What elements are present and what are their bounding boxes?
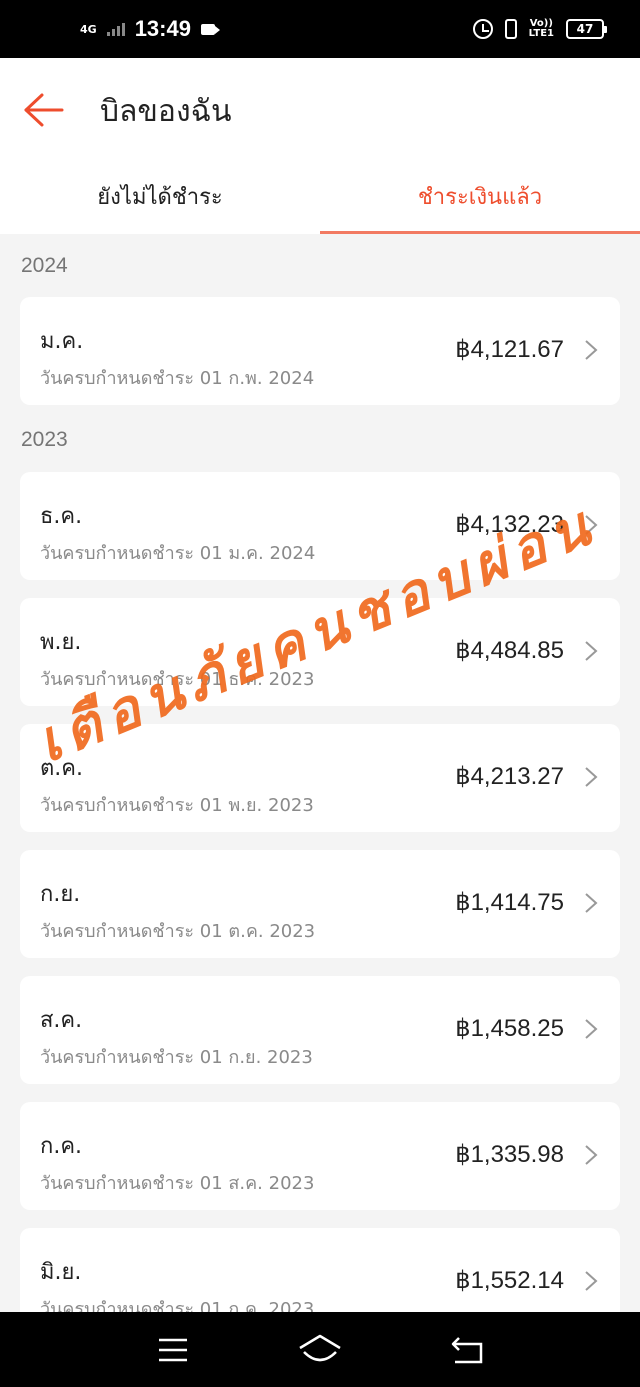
status-bar-right: Vo)) LTE1 47 — [472, 19, 607, 39]
chevron-right-icon — [585, 340, 598, 360]
bill-due-date: วันครบกำหนดชำระ 01 ก.ย. 2023 — [40, 1047, 313, 1068]
bill-due-date: วันครบกำหนดชำระ 01 ก.ค. 2023 — [40, 1299, 315, 1312]
signal-icon — [106, 22, 125, 36]
home-icon[interactable] — [290, 1330, 350, 1370]
bill-month: ก.ย. — [40, 882, 81, 907]
bill-month: ม.ค. — [40, 329, 84, 354]
bill-amount: ฿1,335.98 — [455, 1141, 564, 1168]
bill-card[interactable]: ก.ย. วันครบกำหนดชำระ 01 ต.ค. 2023 ฿1,414… — [20, 850, 620, 958]
bill-amount: ฿1,414.75 — [455, 889, 564, 916]
back-icon[interactable] — [437, 1330, 497, 1370]
bill-month: มิ.ย. — [40, 1260, 82, 1285]
bill-due-date: วันครบกำหนดชำระ 01 ก.พ. 2024 — [40, 368, 315, 389]
bill-due-date: วันครบกำหนดชำระ 01 ธ.ค. 2023 — [40, 669, 315, 690]
bill-due-date: วันครบกำหนดชำระ 01 ม.ค. 2024 — [40, 543, 316, 564]
clock: 13:49 — [134, 16, 191, 41]
chevron-right-icon — [585, 893, 598, 913]
bill-amount: ฿4,213.27 — [455, 763, 564, 790]
tab-bar: ยังไม่ได้ชำระ ชำระเงินแล้ว — [0, 158, 640, 234]
bill-month: ต.ค. — [40, 756, 83, 781]
video-record-icon — [200, 23, 220, 35]
bill-month: ก.ค. — [40, 1134, 83, 1159]
app-header: บิลของฉัน ยังไม่ได้ชำระ ชำระเงินแล้ว — [0, 58, 640, 234]
bill-amount: ฿4,484.85 — [455, 637, 564, 664]
chevron-right-icon — [585, 1145, 598, 1165]
bill-card[interactable]: พ.ย. วันครบกำหนดชำระ 01 ธ.ค. 2023 ฿4,484… — [20, 598, 620, 706]
bill-card[interactable]: ธ.ค. วันครบกำหนดชำระ 01 ม.ค. 2024 ฿4,132… — [20, 472, 620, 580]
battery-level: 47 — [576, 22, 594, 36]
bill-card[interactable]: มิ.ย. วันครบกำหนดชำระ 01 ก.ค. 2023 ฿1,55… — [20, 1228, 620, 1312]
network-type: 4G — [80, 22, 97, 36]
chevron-right-icon — [585, 1019, 598, 1039]
bill-card[interactable]: ก.ค. วันครบกำหนดชำระ 01 ส.ค. 2023 ฿1,335… — [20, 1102, 620, 1210]
status-bar-left: 4G 13:49 — [80, 16, 220, 42]
bill-month: ส.ค. — [40, 1008, 83, 1033]
arrow-left-icon[interactable] — [22, 92, 66, 128]
page-title: บิลของฉัน — [100, 94, 232, 129]
year-label: 2024 — [21, 254, 68, 277]
bill-due-date: วันครบกำหนดชำระ 01 ส.ค. 2023 — [40, 1173, 315, 1194]
battery-icon: 47 — [566, 19, 607, 39]
bill-month: ธ.ค. — [40, 504, 83, 529]
chevron-right-icon — [585, 767, 598, 787]
tab-unpaid[interactable]: ยังไม่ได้ชำระ — [0, 158, 320, 234]
chevron-right-icon — [585, 515, 598, 535]
bill-amount: ฿4,121.67 — [455, 336, 564, 363]
bill-due-date: วันครบกำหนดชำระ 01 พ.ย. 2023 — [40, 795, 314, 816]
bill-due-date: วันครบกำหนดชำระ 01 ต.ค. 2023 — [40, 921, 316, 942]
system-nav-bar — [0, 1312, 640, 1387]
bill-card[interactable]: ม.ค. วันครบกำหนดชำระ 01 ก.พ. 2024 ฿4,121… — [20, 297, 620, 405]
bill-list[interactable]: 2024 ม.ค. วันครบกำหนดชำระ 01 ก.พ. 2024 ฿… — [0, 234, 640, 1312]
vibrate-icon — [504, 19, 517, 39]
bill-amount: ฿4,132.23 — [455, 511, 564, 538]
bill-amount: ฿1,458.25 — [455, 1015, 564, 1042]
bill-amount: ฿1,552.14 — [455, 1267, 564, 1294]
year-label: 2023 — [21, 428, 68, 451]
menu-icon[interactable] — [143, 1330, 203, 1370]
bill-month: พ.ย. — [40, 630, 82, 655]
alarm-icon — [472, 19, 493, 39]
network-indicator: 4G — [80, 24, 97, 35]
bill-card[interactable]: ต.ค. วันครบกำหนดชำระ 01 พ.ย. 2023 ฿4,213… — [20, 724, 620, 832]
chevron-right-icon — [585, 641, 598, 661]
volte-icon: Vo)) LTE1 — [529, 19, 554, 39]
tab-paid[interactable]: ชำระเงินแล้ว — [320, 158, 640, 234]
chevron-right-icon — [585, 1271, 598, 1291]
status-bar: 4G 13:49 Vo)) LTE1 47 — [0, 0, 640, 58]
bill-card[interactable]: ส.ค. วันครบกำหนดชำระ 01 ก.ย. 2023 ฿1,458… — [20, 976, 620, 1084]
volte-bottom: LTE1 — [528, 28, 554, 39]
